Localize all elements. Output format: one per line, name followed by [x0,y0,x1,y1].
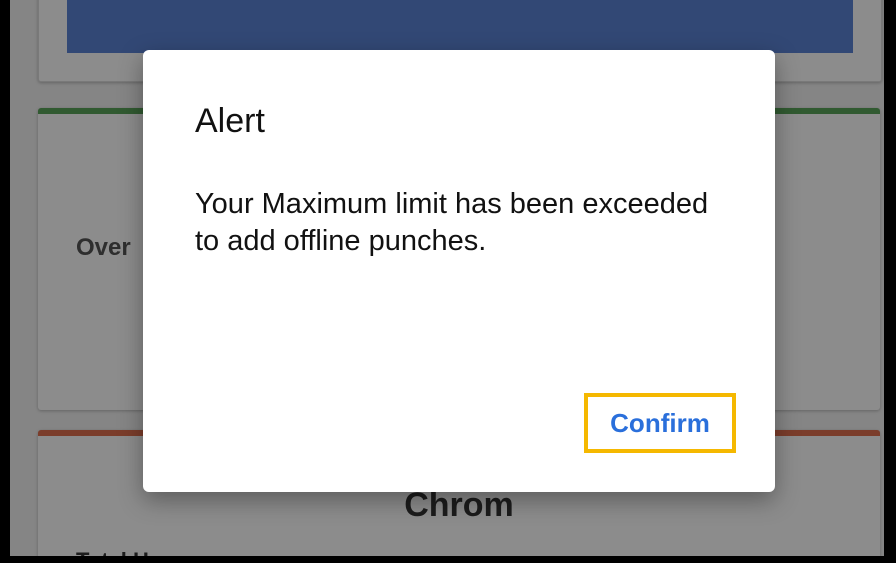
dialog-title: Alert [195,102,265,140]
alert-dialog: Alert Your Maximum limit has been exceed… [143,50,775,492]
confirm-button[interactable]: Confirm [584,393,736,453]
app-screen: Over Chrom Total H Alert Your Maximum li… [10,0,884,556]
dialog-message: Your Maximum limit has been exceeded to … [195,188,709,258]
